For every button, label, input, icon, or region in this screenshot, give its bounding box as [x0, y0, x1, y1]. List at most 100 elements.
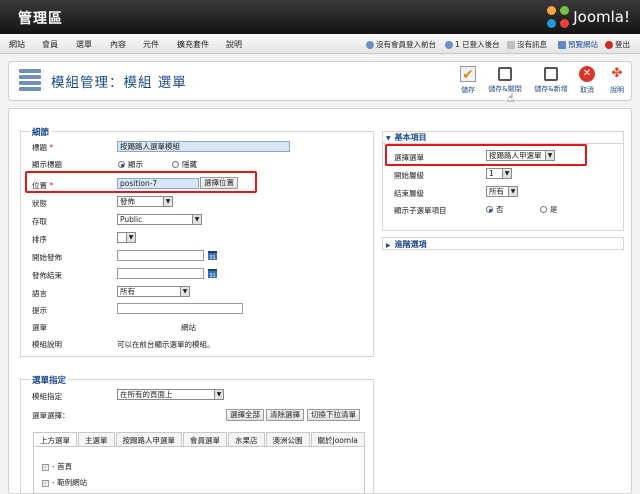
show-title-hide-radio[interactable]: 隱藏 — [172, 159, 197, 170]
select-all-button[interactable]: 選擇全部 — [226, 409, 264, 421]
cancel-button[interactable]: ✕ 取消 — [576, 66, 598, 95]
mail-icon — [507, 40, 515, 49]
checkmark-icon: ✔ — [460, 66, 476, 83]
access-label: 存取 — [32, 217, 47, 226]
status-select[interactable]: 發佈 ▼ — [117, 196, 173, 207]
menu-selection-label: 選單選擇： — [32, 411, 70, 420]
chevron-down-icon: ▼ — [126, 233, 135, 242]
order-label: 排序 — [32, 235, 47, 244]
end-level-select[interactable]: 所有 ▼ — [486, 186, 518, 197]
menu-choice-highlight — [385, 144, 587, 166]
backend-users-status: 1 已登入後台 — [445, 39, 500, 50]
menu-users[interactable]: 會員 — [42, 39, 58, 50]
triangle-down-icon: ▼ — [386, 135, 391, 142]
details-fieldset — [20, 131, 374, 357]
user-icon — [366, 40, 374, 49]
order-select[interactable]: ▼ — [117, 232, 136, 243]
show-submenu-no-radio[interactable]: 否 — [486, 204, 504, 215]
preview-site-link[interactable]: 預覽網站 — [558, 39, 598, 50]
lifebuoy-icon: ✤ — [611, 66, 623, 81]
chevron-down-icon: ▼ — [180, 287, 189, 296]
save-close-button[interactable]: 儲存&關閉 — [485, 66, 525, 94]
title-input[interactable]: 按踢路人選單模組 — [117, 141, 290, 152]
access-select[interactable]: Public ▼ — [117, 214, 202, 225]
end-level-label: 結束層級 — [394, 189, 424, 198]
menu-menus[interactable]: 選單 — [76, 39, 92, 50]
finish-publish-label: 發佈結束 — [32, 271, 62, 280]
module-desc-value: 可以在前台顯示選單的模組。 — [117, 340, 215, 349]
tab-top-menu[interactable]: 上方選單 — [33, 432, 77, 446]
start-level-label: 開始層級 — [394, 171, 424, 180]
chevron-down-icon: ▼ — [502, 169, 511, 178]
calendar-icon[interactable]: 31 — [208, 251, 217, 261]
advanced-options-header[interactable]: ▶ 進階選項 — [386, 239, 427, 250]
main-menu-bar: 網站 會員 選單 內容 元件 擴充套件 說明 沒有會員登入前台 1 已登入後台 … — [0, 34, 640, 54]
title-label: 標題 * — [32, 143, 54, 152]
preview-icon — [558, 40, 566, 49]
menu-help[interactable]: 說明 — [226, 39, 242, 50]
start-level-select[interactable]: 1 ▼ — [486, 168, 512, 179]
note-input[interactable] — [117, 303, 243, 314]
frontend-users-status: 沒有會員登入前台 — [366, 39, 436, 50]
show-submenu-label: 顯示子選單項目 — [394, 206, 447, 215]
note-label: 提示 — [32, 306, 47, 315]
tab-passerby-menu[interactable]: 按踢路人甲選單 — [115, 432, 182, 446]
start-publish-input[interactable] — [117, 250, 204, 261]
calendar-icon[interactable]: 31 — [208, 269, 217, 279]
logout-link[interactable]: 登出 — [605, 39, 630, 50]
admin-title: 管理區 — [18, 11, 63, 27]
menu-components[interactable]: 元件 — [143, 39, 159, 50]
list-item[interactable]: ✓ - 首頁 — [42, 461, 72, 472]
menu-type-label: 選單 — [32, 323, 47, 332]
logout-icon — [605, 40, 613, 49]
save-new-button[interactable]: 儲存&新增 — [531, 66, 571, 94]
tab-australian-parks[interactable]: 澳洲公園 — [265, 432, 310, 446]
language-label: 語言 — [32, 289, 47, 298]
list-item[interactable]: ✓ - 範例網站 — [42, 477, 87, 488]
menu-module-icon — [19, 69, 41, 93]
help-button[interactable]: ✤ 說明 — [606, 66, 628, 95]
admin-header: 管理區 Joomla! — [0, 0, 640, 34]
page-title: 模組管理：模組 選單 — [51, 75, 187, 91]
triangle-right-icon: ▶ — [386, 242, 391, 249]
module-assignment-select[interactable]: 在所有的頁面上 ▼ — [117, 389, 224, 400]
save-icon — [498, 67, 512, 81]
assignment-legend: 選單指定 — [30, 374, 69, 386]
position-highlight — [25, 171, 257, 193]
menu-type-value: 網站 — [181, 323, 196, 332]
user-icon — [445, 40, 453, 49]
language-select[interactable]: 所有 ▼ — [117, 286, 190, 297]
status-label: 狀態 — [32, 199, 47, 208]
show-title-show-radio[interactable]: 顯示 — [118, 159, 143, 170]
details-legend: 細節 — [30, 126, 52, 138]
finish-publish-input[interactable] — [117, 268, 204, 279]
chevron-down-icon: ▼ — [214, 390, 223, 399]
tab-main-menu[interactable]: 主選單 — [78, 432, 115, 446]
messages-status[interactable]: 沒有訊息 — [507, 39, 547, 50]
menu-tabs: 上方選單 主選單 按踢路人甲選單 會員選單 水果店 澳洲公園 關於Joomla — [33, 432, 366, 446]
menu-extensions[interactable]: 擴充套件 — [177, 39, 209, 50]
checkbox-icon: ✓ — [42, 463, 49, 471]
joomla-logo-text: Joomla! — [573, 8, 630, 26]
chevron-down-icon: ▼ — [192, 215, 201, 224]
tab-user-menu[interactable]: 會員選單 — [183, 432, 227, 446]
tab-fruit-shop[interactable]: 水果店 — [228, 432, 265, 446]
tab-panel: ✓ - 首頁 ✓ - 範例網站 — [33, 446, 365, 494]
chevron-down-icon: ▼ — [508, 187, 517, 196]
toggle-dropdown-button[interactable]: 切換下拉清單 — [307, 409, 360, 421]
joomla-logo[interactable]: Joomla! — [547, 6, 630, 28]
save-button[interactable]: ✔ 儲存 — [457, 66, 479, 95]
menu-content[interactable]: 內容 — [110, 39, 126, 50]
show-submenu-yes-radio[interactable]: 是 — [540, 204, 558, 215]
menu-site[interactable]: 網站 — [9, 39, 25, 50]
hand-cursor-icon: ☝ — [507, 91, 515, 105]
chevron-down-icon: ▼ — [163, 197, 172, 206]
clear-selection-button[interactable]: 清除選擇 — [266, 409, 304, 421]
module-assignment-label: 模組指定 — [32, 392, 62, 401]
module-desc-label: 模組說明 — [32, 340, 62, 349]
show-title-label: 顯示標題 — [32, 160, 62, 169]
tab-about-joomla[interactable]: 關於Joomla — [310, 432, 365, 446]
save-new-icon — [544, 67, 558, 81]
start-publish-label: 開始發佈 — [32, 253, 62, 262]
basic-options-header[interactable]: ▼ 基本項目 — [386, 132, 427, 143]
